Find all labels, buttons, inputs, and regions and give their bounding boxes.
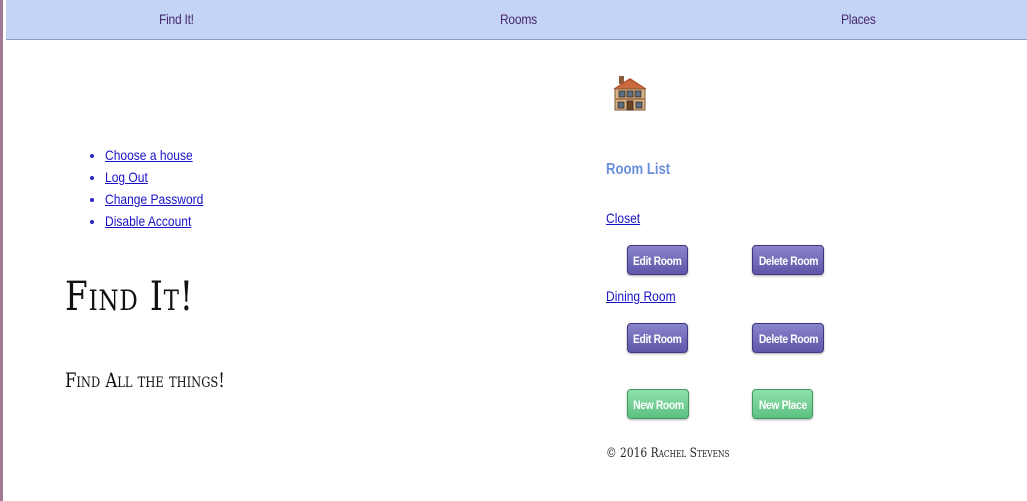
delete-room-button-label: Delete Room: [758, 332, 818, 346]
account-menu-item-disable-account: Disable Account: [105, 210, 219, 232]
nav-link-places[interactable]: Places: [841, 11, 876, 27]
copyright-footer: © 2016 Rachel Stevens: [606, 446, 730, 461]
hero-subtitle: Find All the things!: [65, 368, 225, 392]
account-menu: Choose a house Log Out Change Password D…: [87, 144, 219, 232]
choose-house-link[interactable]: Choose a house: [105, 144, 193, 166]
account-menu-item-choose-house: Choose a house: [105, 144, 219, 166]
new-place-button[interactable]: New Place: [752, 389, 813, 419]
delete-room-button-label: Delete Room: [758, 254, 818, 268]
delete-room-button-dining-room[interactable]: Delete Room: [752, 323, 824, 353]
house-building-icon: [612, 74, 648, 112]
edit-room-button-label: Edit Room: [633, 332, 682, 346]
hero-title: Find It!: [65, 274, 194, 320]
top-navigation-bar: Find It! Rooms Places: [6, 0, 1027, 40]
account-menu-item-log-out: Log Out: [105, 166, 219, 188]
new-place-button-label: New Place: [758, 398, 807, 412]
nav-link-find-it[interactable]: Find It!: [159, 11, 194, 27]
delete-room-button-closet[interactable]: Delete Room: [752, 245, 824, 275]
account-menu-item-change-password: Change Password: [105, 188, 219, 210]
edit-room-button-closet[interactable]: Edit Room: [627, 245, 688, 275]
page: Find It! Rooms Places Choose a house Log…: [0, 0, 1027, 501]
room-link-closet[interactable]: Closet: [606, 210, 640, 226]
edit-room-button-label: Edit Room: [633, 254, 682, 268]
new-room-button-label: New Room: [632, 398, 684, 412]
change-password-link[interactable]: Change Password: [105, 188, 203, 210]
log-out-link[interactable]: Log Out: [105, 166, 148, 188]
room-link-dining-room[interactable]: Dining Room: [606, 288, 676, 304]
nav-link-rooms[interactable]: Rooms: [500, 11, 537, 27]
new-room-button[interactable]: New Room: [627, 389, 689, 419]
edit-room-button-dining-room[interactable]: Edit Room: [627, 323, 688, 353]
disable-account-link[interactable]: Disable Account: [105, 210, 191, 232]
room-list-heading: Room List: [606, 161, 671, 178]
